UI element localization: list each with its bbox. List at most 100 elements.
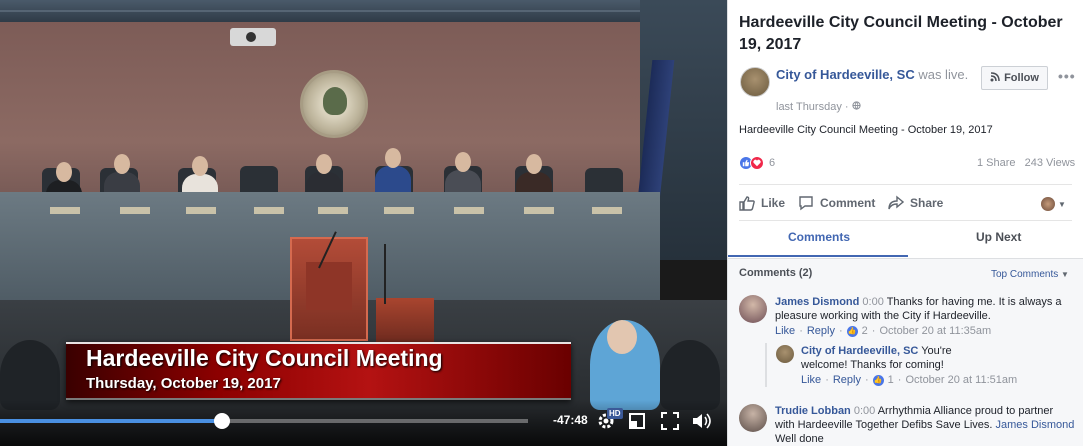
name-plate [592, 207, 622, 214]
globe-icon [851, 101, 861, 113]
sort-label: Top Comments [991, 269, 1059, 280]
share-label: Share [910, 196, 944, 210]
table-microphone [384, 244, 386, 304]
caret-down-icon: ▼ [1058, 199, 1066, 209]
time-remaining: -47:48 [553, 413, 588, 427]
name-plate [50, 207, 80, 214]
follow-label: Follow [1004, 72, 1039, 84]
rss-icon [990, 71, 1000, 85]
reply-actions: Like · Reply · 👍 1 · October 20 at 11:51… [801, 374, 1017, 386]
ceiling [0, 0, 727, 22]
comment-button[interactable]: Comment [798, 195, 875, 211]
comment-author[interactable]: James Dismond [775, 296, 859, 308]
share-icon [888, 195, 904, 210]
city-seal [300, 70, 368, 138]
page-avatar[interactable] [740, 67, 770, 97]
viewer-selector[interactable]: ▼ [1041, 197, 1066, 211]
audience-head [607, 320, 637, 354]
comment-text: James Dismond 0:00 Thanks for having me.… [775, 295, 1075, 323]
comment-date[interactable]: October 20 at 11:35am [879, 325, 991, 337]
commenter-avatar[interactable] [739, 404, 767, 432]
reaction-count: 6 [769, 157, 776, 169]
lower-third-title: Hardeeville City Council Meeting [86, 345, 443, 371]
reply-avatar[interactable] [776, 345, 794, 363]
name-plate [318, 207, 348, 214]
like-button[interactable]: Like [739, 195, 785, 211]
projector [230, 28, 276, 46]
side-table [376, 298, 434, 342]
tab-bar: Comments Up Next [728, 222, 1083, 257]
comment-timestamp[interactable]: 0:00 [859, 296, 886, 308]
progress-scrubber[interactable] [214, 413, 230, 429]
comment-timestamp[interactable]: 0:00 [851, 405, 878, 417]
caret-down-icon: ▼ [1061, 270, 1069, 279]
tab-up-next[interactable]: Up Next [976, 230, 1021, 244]
post-panel: Hardeeville City Council Meeting - Octob… [727, 0, 1083, 446]
comment-actions: Like · Reply · 👍 2 · October 20 at 11:35… [775, 325, 991, 337]
like-reaction-icon: 👍 [872, 374, 884, 386]
name-plate [254, 207, 284, 214]
comment-like-link[interactable]: Like [775, 325, 795, 337]
reply-text: City of Hardeeville, SC You're welcome! … [801, 344, 1001, 372]
view-count: 243 Views [1024, 157, 1076, 169]
comments-section: Comments (2) Top Comments ▼ James Dismon… [728, 258, 1083, 446]
reaction-summary[interactable]: 6 [739, 156, 775, 170]
divider [739, 220, 1072, 221]
progress-fill [0, 419, 222, 423]
viewer-avatar [1041, 197, 1055, 211]
name-plate [120, 207, 150, 214]
expand-icon[interactable] [658, 409, 682, 433]
live-status: was live. [914, 67, 969, 82]
comment-reply-link[interactable]: Reply [807, 325, 835, 337]
video-player[interactable]: Hardeeville City Council Meeting Thursda… [0, 0, 727, 446]
more-options-button[interactable]: ••• [1058, 68, 1076, 84]
tagged-user-link[interactable]: James Dismond [996, 419, 1075, 431]
separator-dot: · [871, 325, 876, 337]
post-date[interactable]: last Thursday · [776, 101, 852, 113]
comment-like-count[interactable]: 2 [862, 325, 868, 337]
like-reaction-icon: 👍 [846, 325, 858, 337]
podium-screen [306, 262, 352, 310]
page-byline: City of Hardeeville, SC was live. [776, 66, 986, 83]
comments-count: Comments (2) [739, 267, 813, 279]
tab-comments[interactable]: Comments [788, 230, 850, 244]
follow-button[interactable]: Follow [981, 66, 1048, 90]
love-reaction-icon [750, 156, 764, 170]
thumbs-up-icon [739, 196, 755, 211]
comment-sort-dropdown[interactable]: Top Comments ▼ [991, 269, 1069, 280]
hd-badge: HD [607, 408, 623, 419]
name-plate [454, 207, 484, 214]
separator-dot: · [864, 374, 869, 386]
post-title: Hardeeville City Council Meeting - Octob… [739, 14, 1063, 53]
reply-author[interactable]: City of Hardeeville, SC [801, 345, 918, 357]
reply-like-count[interactable]: 1 [888, 374, 894, 386]
share-view-counts: 1 Share 243 Views [977, 157, 1075, 169]
name-plate [186, 207, 216, 214]
post-meta: last Thursday · [776, 101, 861, 113]
active-tab-indicator [728, 255, 908, 257]
comment-icon [799, 196, 813, 211]
comment-label: Comment [820, 196, 876, 210]
commenter-avatar[interactable] [739, 295, 767, 323]
comment-author[interactable]: Trudie Lobban [775, 405, 851, 417]
reply-date[interactable]: October 20 at 11:51am [905, 374, 1017, 386]
separator-dot: · [825, 374, 829, 386]
name-plate [384, 207, 414, 214]
share-count[interactable]: 1 Share [977, 157, 1016, 169]
divider [739, 184, 1072, 185]
volume-icon[interactable] [690, 409, 714, 433]
fullscreen-exit-icon[interactable] [625, 409, 649, 433]
page-name-link[interactable]: City of Hardeeville, SC [776, 67, 915, 82]
separator-dot: · [897, 374, 902, 386]
name-plate [524, 207, 554, 214]
lower-third-subtitle: Thursday, October 19, 2017 [86, 375, 281, 392]
separator-dot: · [838, 325, 843, 337]
comment-body-tail: Well done [775, 433, 824, 445]
post-text: Hardeeville City Council Meeting - Octob… [739, 124, 993, 136]
reply-reply-link[interactable]: Reply [833, 374, 861, 386]
share-button[interactable]: Share [888, 195, 943, 211]
comment-text: Trudie Lobban 0:00 Arrhythmia Alliance p… [775, 404, 1075, 446]
reply-like-link[interactable]: Like [801, 374, 821, 386]
reply-thread-line [765, 343, 767, 387]
like-label: Like [761, 196, 786, 210]
